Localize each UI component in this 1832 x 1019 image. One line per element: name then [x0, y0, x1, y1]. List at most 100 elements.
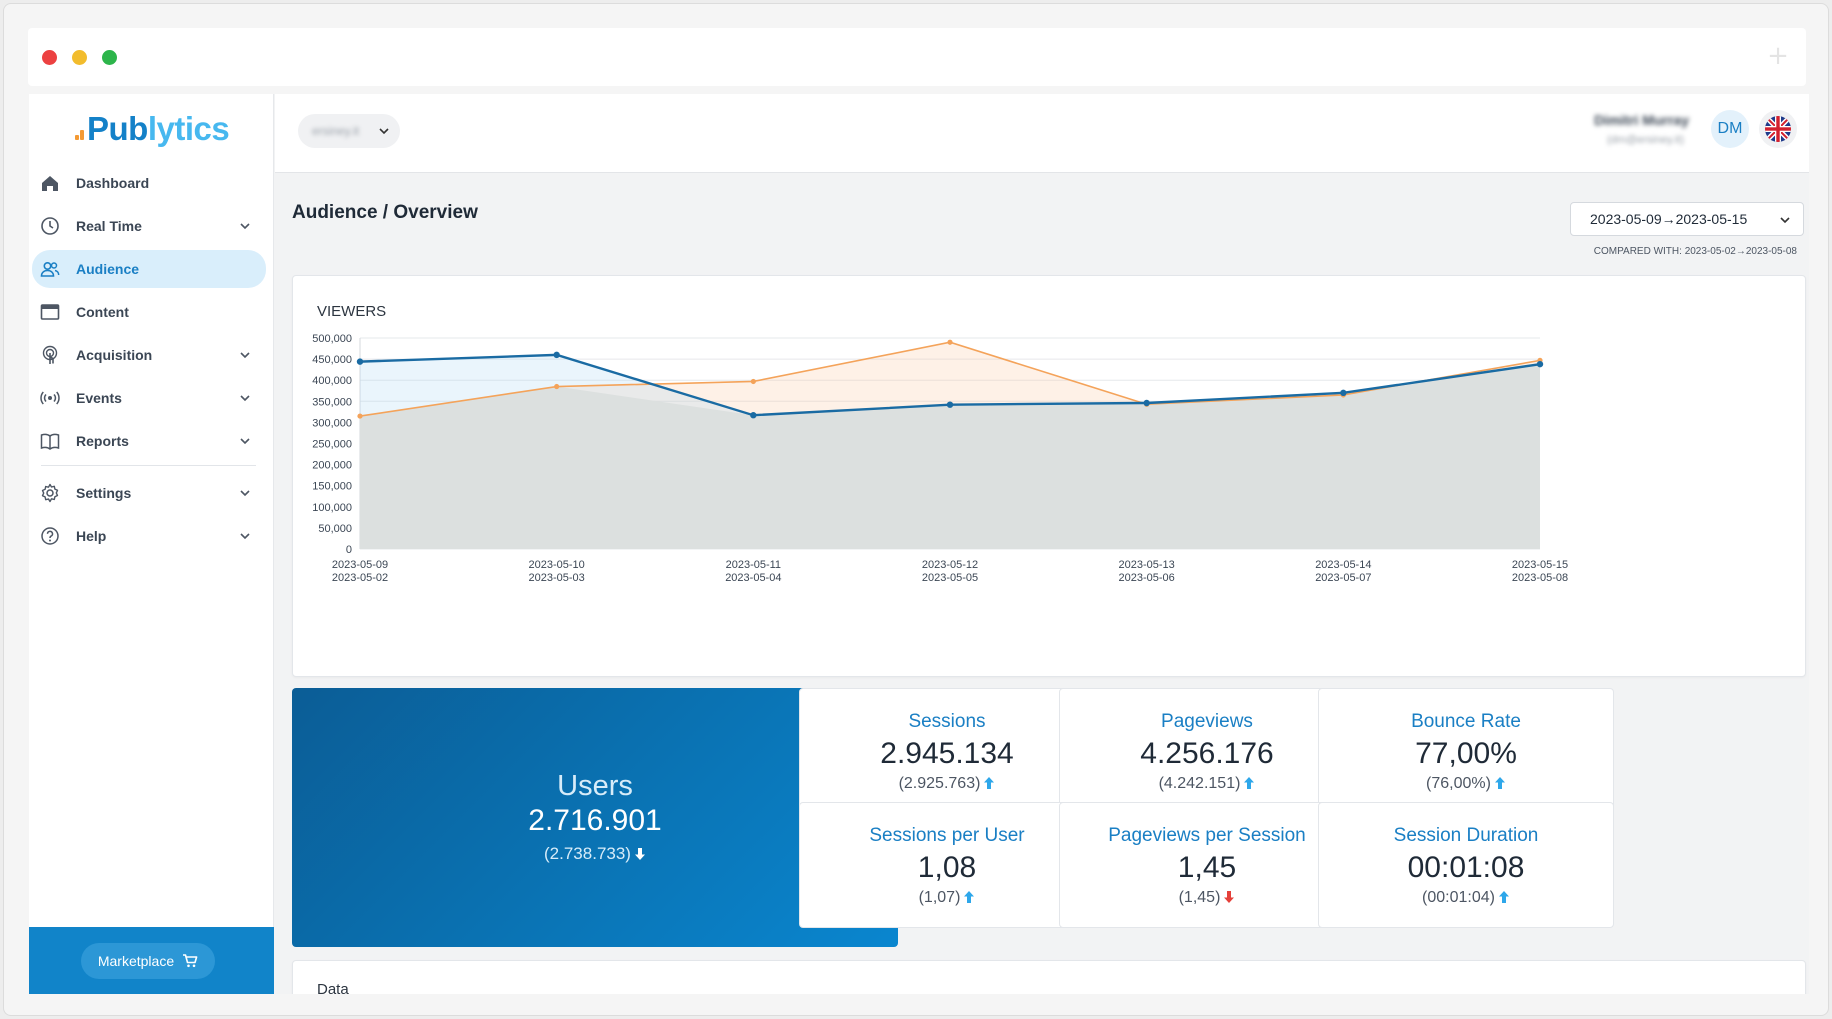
metric-previous-value: (1,07): [918, 889, 961, 906]
x-tick-label: 2023-05-10: [529, 559, 585, 571]
sidebar-item-reports[interactable]: Reports: [32, 422, 266, 460]
y-tick-label: 400,000: [312, 375, 352, 387]
help-circle-icon: [41, 527, 59, 545]
sidebar-item-help[interactable]: Help: [32, 517, 266, 555]
current-series-point: [1536, 360, 1544, 368]
metric-previous: (76,00%): [1319, 775, 1613, 793]
x-tick-label: 2023-05-11: [726, 559, 781, 571]
metric-value: 00:01:08: [1407, 851, 1525, 884]
uk-flag-icon: [1765, 116, 1791, 142]
x-tick-label: 2023-05-14: [1315, 559, 1371, 571]
sidebar-item-real-time[interactable]: Real Time: [32, 207, 266, 245]
cart-icon: [183, 954, 198, 968]
sidebar-divider: [41, 465, 256, 466]
arrow-up-icon: [984, 777, 995, 789]
minimize-window-button[interactable]: [72, 50, 87, 65]
metric-card-sessions[interactable]: Sessions 2.945.134 (2.925.763): [799, 688, 1095, 814]
previous-series-point: [750, 378, 756, 385]
metric-previous-value: (4.242.151): [1158, 775, 1241, 792]
chevron-down-icon[interactable]: [238, 486, 252, 500]
x-tick-label-previous: 2023-05-06: [1119, 572, 1175, 584]
x-tick-label-previous: 2023-05-04: [725, 572, 781, 584]
metric-label: Bounce Rate: [1411, 711, 1521, 732]
sidebar-item-label: Acquisition: [76, 347, 153, 363]
sidebar-item-label: Reports: [76, 433, 129, 449]
data-section: Data: [292, 960, 1806, 994]
y-tick-label: 250,000: [312, 439, 352, 451]
site-selector[interactable]: ersiney.it: [298, 114, 400, 148]
metric-value: 2.945.134: [880, 737, 1014, 770]
chevron-down-icon[interactable]: [238, 434, 252, 448]
x-tick-label-previous: 2023-05-07: [1315, 572, 1371, 584]
metric-previous: (2.925.763): [800, 775, 1094, 793]
y-tick-label: 350,000: [312, 396, 352, 408]
metric-label: Sessions per User: [869, 825, 1025, 846]
metric-label: Pageviews per Session: [1108, 825, 1306, 846]
sidebar-item-acquisition[interactable]: Acquisition: [32, 336, 266, 374]
logo[interactable]: Publytics: [29, 94, 274, 154]
viewers-chart-card: VIEWERS 500,000 450,000 400,000 350,000 300,…: [292, 275, 1806, 677]
sidebar-item-label: Content: [76, 304, 129, 320]
window-titlebar: +: [28, 28, 1806, 86]
maximize-window-button[interactable]: [102, 50, 117, 65]
metric-card-pageviews[interactable]: Pageviews 4.256.176 (4.242.151): [1059, 688, 1355, 814]
sidebar-item-events[interactable]: Events: [32, 379, 266, 417]
users-previous-value: (2.738.733): [544, 844, 631, 863]
arrow-down-icon: [1224, 891, 1235, 903]
chevron-down-icon[interactable]: [238, 529, 252, 543]
compared-with-label: COMPARED WITH: 2023-05-02→2023-05-08: [1593, 246, 1797, 257]
logo-text-prefix: Pub: [87, 110, 148, 147]
y-tick-label: 150,000: [312, 481, 352, 493]
y-tick-label: 200,000: [312, 460, 352, 472]
sidebar-item-content[interactable]: Content: [32, 293, 266, 331]
metric-card-session-duration[interactable]: Session Duration 00:01:08 (00:01:04): [1318, 802, 1614, 928]
current-series-point: [356, 358, 364, 365]
metric-card-bounce-rate[interactable]: Bounce Rate 77,00% (76,00%): [1318, 688, 1614, 814]
sidebar-item-audience[interactable]: Audience: [32, 250, 266, 288]
chevron-down-icon[interactable]: [238, 348, 252, 362]
chevron-down-icon[interactable]: [238, 219, 252, 233]
book-icon: [40, 433, 60, 450]
sidebar-item-label: Events: [76, 390, 122, 406]
x-tick-label: 2023-05-15: [1512, 559, 1568, 571]
x-tick-label: 2023-05-09: [332, 559, 388, 571]
sidebar: Publytics Dashboard Real Time Audience Cont…: [29, 94, 274, 994]
sidebar-item-label: Real Time: [76, 218, 142, 234]
current-series-point: [1340, 389, 1347, 397]
y-tick-label: 450,000: [312, 354, 352, 366]
x-tick-label: 2023-05-13: [1119, 559, 1175, 571]
clock-icon: [41, 217, 59, 235]
browser-window-icon: [40, 304, 60, 320]
metric-previous: (1,45): [1060, 889, 1354, 907]
chevron-down-icon[interactable]: [238, 391, 252, 405]
date-range-value: 2023-05-09→2023-05-15: [1590, 211, 1748, 227]
user-name: Dimitri Murray: [1594, 112, 1689, 128]
y-tick-label: 100,000: [312, 502, 352, 514]
sidebar-item-label: Settings: [76, 485, 132, 501]
x-tick-label-previous: 2023-05-05: [922, 572, 978, 584]
sidebar-item-label: Dashboard: [76, 175, 150, 191]
x-tick-label: 2023-05-12: [922, 559, 978, 571]
sidebar-item-dashboard[interactable]: Dashboard: [32, 164, 266, 202]
browser-window: + Publytics Dashboard Real Time Audience Co…: [3, 3, 1829, 1016]
metric-previous: (00:01:04): [1319, 889, 1613, 907]
metric-card-sessions-per-user[interactable]: Sessions per User 1,08 (1,07): [799, 802, 1095, 928]
language-selector[interactable]: [1759, 110, 1797, 148]
metric-card-pageviews-per-session[interactable]: Pageviews per Session 1,45 (1,45): [1059, 802, 1355, 928]
sidebar-item-label: Help: [76, 528, 107, 544]
marketplace-label: Marketplace: [97, 953, 175, 969]
metric-previous: (1,07): [800, 889, 1094, 907]
user-email: (dm@ersiney.it): [1607, 134, 1684, 146]
arrow-up-icon: [964, 891, 975, 903]
users-icon: [40, 261, 60, 277]
new-tab-button[interactable]: +: [1764, 42, 1792, 70]
marketplace-button[interactable]: Marketplace: [81, 943, 215, 979]
current-series-point: [946, 401, 954, 408]
sidebar-item-settings[interactable]: Settings: [32, 474, 266, 512]
current-series-point: [750, 412, 757, 419]
close-window-button[interactable]: [42, 50, 57, 65]
date-range-picker[interactable]: 2023-05-09→2023-05-15: [1570, 202, 1804, 236]
user-avatar[interactable]: DM: [1711, 110, 1749, 148]
arrow-up-icon: [1244, 777, 1255, 789]
previous-series-point: [357, 413, 363, 419]
